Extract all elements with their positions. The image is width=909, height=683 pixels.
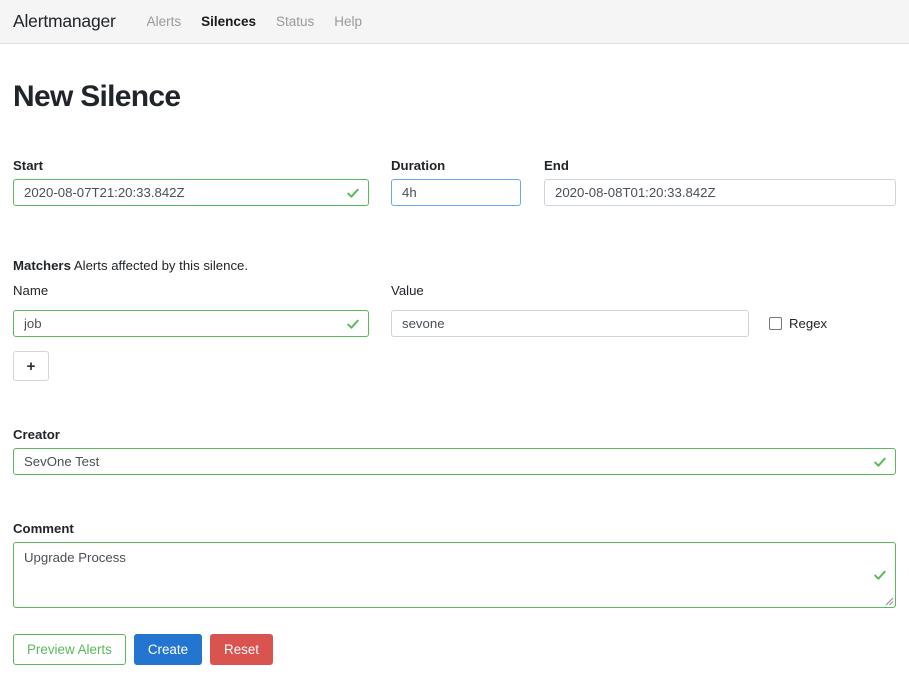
creator-label: Creator	[13, 427, 60, 442]
end-field-wrap	[544, 179, 896, 206]
nav-link-status[interactable]: Status	[266, 14, 324, 29]
matcher-value-col	[391, 310, 749, 337]
creator-field-wrap	[13, 448, 896, 475]
duration-input[interactable]	[391, 179, 521, 206]
schedule-row: Start Duration End	[13, 158, 896, 206]
nav-link-silences[interactable]: Silences	[191, 14, 266, 29]
matcher-name-label: Name	[13, 283, 49, 298]
duration-label: Duration	[391, 158, 446, 173]
matcher-name-col	[13, 310, 369, 337]
matchers-title: Matchers	[13, 258, 71, 273]
end-label: End	[544, 158, 569, 173]
duration-field-group: Duration	[391, 158, 521, 206]
nav-link-alerts[interactable]: Alerts	[137, 14, 192, 29]
table-row: Regex	[13, 310, 896, 337]
comment-field-group: Comment Upgrade Process	[13, 521, 896, 608]
matcher-value-input[interactable]	[391, 310, 749, 337]
matcher-name-label-col: Name	[13, 283, 369, 298]
add-matcher-button[interactable]: +	[13, 351, 49, 381]
create-button[interactable]: Create	[133, 634, 203, 666]
page-content: New Silence Start Duration End	[0, 80, 909, 666]
matchers-heading: Matchers Alerts affected by this silence…	[13, 258, 896, 273]
comment-label: Comment	[13, 521, 74, 536]
start-input[interactable]	[13, 179, 369, 206]
nav-links: Alerts Silences Status Help	[137, 14, 372, 29]
checkbox-icon[interactable]	[769, 317, 782, 330]
end-field-group: End	[544, 158, 896, 206]
matcher-name-input[interactable]	[13, 310, 369, 337]
matcher-value-label: Value	[391, 283, 424, 298]
matcher-value-wrap	[391, 310, 749, 337]
comment-field-wrap: Upgrade Process	[13, 542, 896, 608]
brand-logo[interactable]: Alertmanager	[13, 11, 116, 32]
navbar: Alertmanager Alerts Silences Status Help	[0, 0, 909, 44]
nav-link-help[interactable]: Help	[324, 14, 372, 29]
matcher-labels-row: Name Value	[13, 283, 896, 298]
creator-field-group: Creator	[13, 427, 896, 475]
regex-label[interactable]: Regex	[789, 316, 827, 331]
comment-textarea[interactable]: Upgrade Process	[13, 542, 896, 608]
start-field-group: Start	[13, 158, 369, 206]
reset-button[interactable]: Reset	[210, 634, 274, 666]
preview-alerts-button[interactable]: Preview Alerts	[13, 634, 126, 666]
page-title: New Silence	[13, 80, 181, 113]
matcher-value-label-col: Value	[391, 283, 749, 298]
start-field-wrap	[13, 179, 369, 206]
creator-input[interactable]	[13, 448, 896, 475]
start-label: Start	[13, 158, 44, 173]
form-actions: Preview Alerts Create Reset	[13, 634, 896, 666]
end-input[interactable]	[544, 179, 896, 206]
matchers-description: Alerts affected by this silence.	[73, 258, 249, 273]
regex-checkbox-group[interactable]: Regex	[749, 310, 896, 337]
duration-field-wrap	[391, 179, 521, 206]
matcher-name-wrap	[13, 310, 369, 337]
